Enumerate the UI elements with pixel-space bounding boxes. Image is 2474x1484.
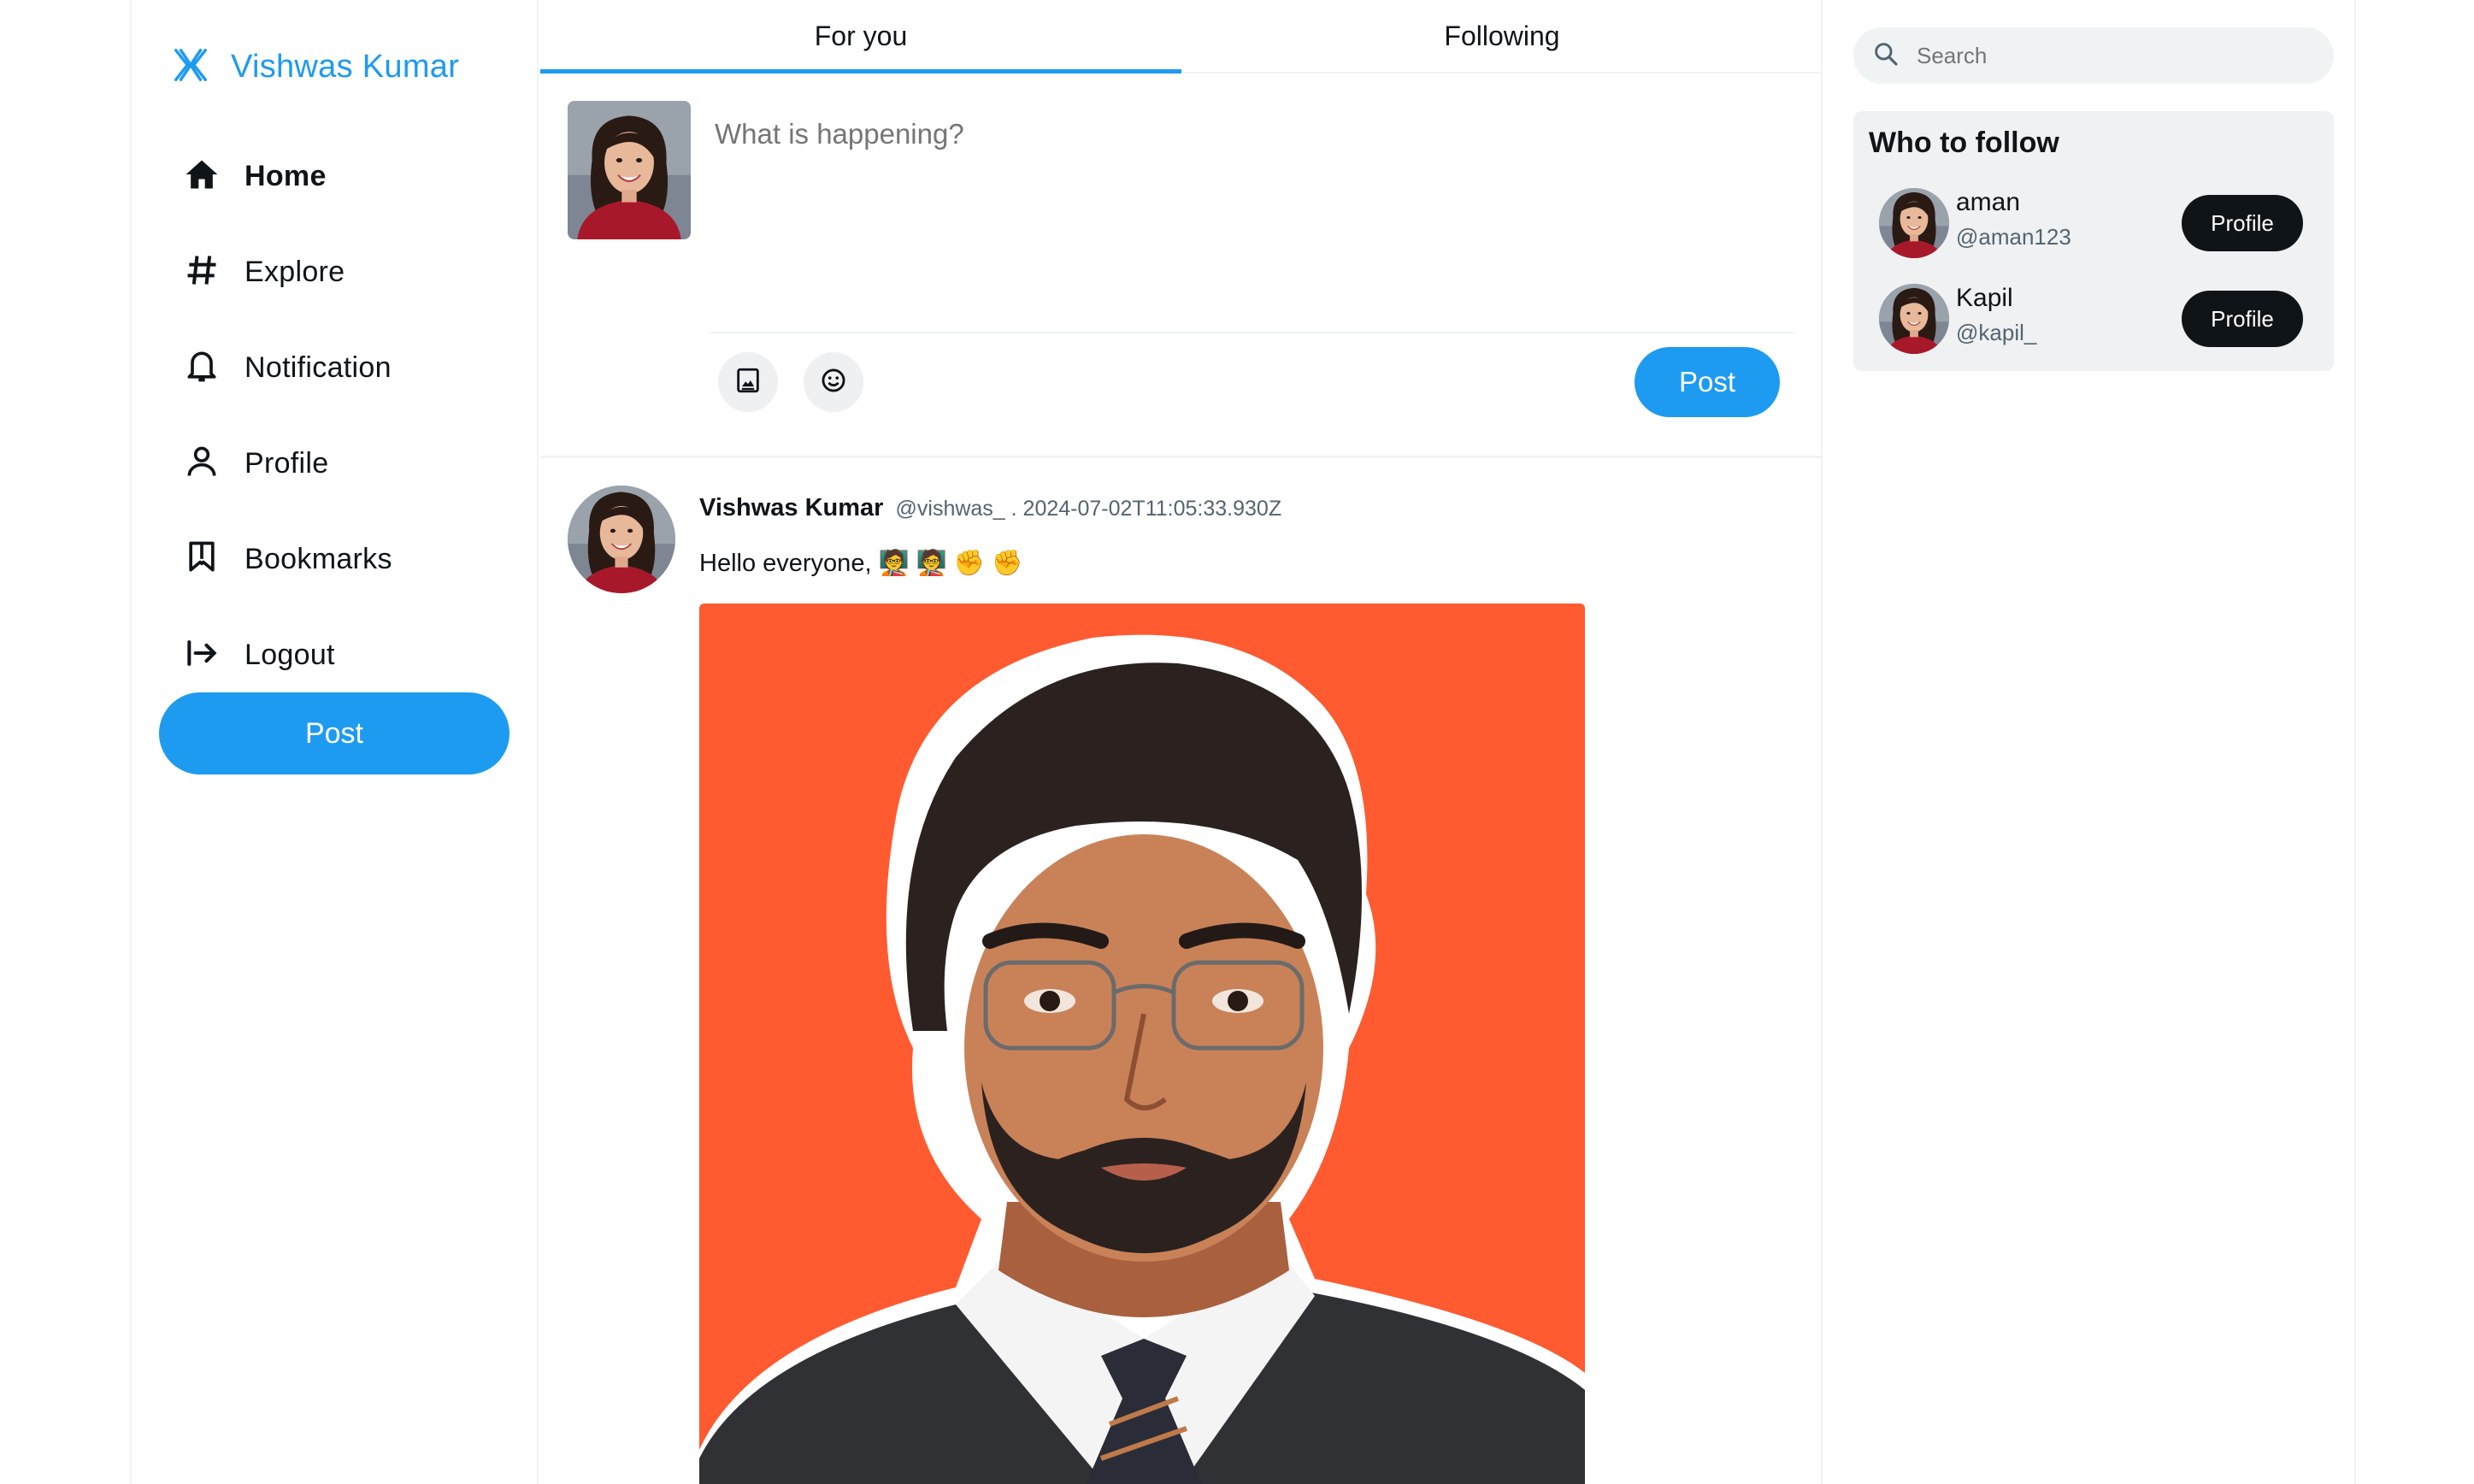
who-to-follow-title: Who to follow <box>1869 127 2059 159</box>
tweet-handle-timestamp: @vishwas_ . 2024-07-02T11:05:33.930Z <box>895 497 1282 521</box>
follow-suggestion: aman @aman123 Profile <box>1879 181 2324 263</box>
profile-button[interactable]: Profile <box>2182 195 2303 251</box>
x-logo-icon <box>171 45 210 89</box>
nav-item-logout[interactable]: Logout <box>183 607 392 703</box>
emoji-icon <box>819 366 848 399</box>
follow-handle: @kapil_ <box>1956 320 2037 345</box>
follow-name: Kapil <box>1956 284 2013 312</box>
nav-item-home[interactable]: Home <box>183 128 392 224</box>
man-portrait-illustration <box>699 604 1585 1484</box>
nav-label-bookmarks: Bookmarks <box>244 542 392 575</box>
composer-input[interactable] <box>715 118 1741 150</box>
primary-nav: Home Explore Notification Profile Bookma… <box>183 128 392 703</box>
follow-suggestion: Kapil @kapil_ Profile <box>1879 277 2324 359</box>
add-image-button[interactable] <box>718 352 778 412</box>
profile-button[interactable]: Profile <box>2182 291 2303 347</box>
app-frame: Vishwas Kumar Home Explore Notification <box>130 0 2356 1484</box>
tweet-avatar[interactable] <box>568 486 675 593</box>
nav-label-logout: Logout <box>244 638 335 671</box>
composer-post-button[interactable]: Post <box>1635 347 1780 417</box>
nav-label-home: Home <box>244 159 327 192</box>
left-sidebar: Vishwas Kumar Home Explore Notification <box>132 0 539 1484</box>
home-icon <box>183 156 221 197</box>
feed-tabs: For you Following <box>540 0 1823 74</box>
composer-avatar <box>568 101 691 239</box>
post-composer: Post <box>540 75 1823 458</box>
search-icon <box>1872 40 1900 72</box>
bell-icon <box>183 347 221 389</box>
search-input[interactable] <box>1917 42 2293 69</box>
tab-following[interactable]: Following <box>1181 0 1823 72</box>
add-emoji-button[interactable] <box>804 352 863 412</box>
follow-handle: @aman123 <box>1956 224 2071 250</box>
avatar[interactable] <box>1879 188 1949 258</box>
nav-label-explore: Explore <box>244 255 345 288</box>
who-to-follow-panel: Who to follow aman @aman123 Profile Kapi… <box>1853 111 2334 371</box>
brand[interactable]: Vishwas Kumar <box>171 43 459 91</box>
nav-item-profile[interactable]: Profile <box>183 415 392 511</box>
user-icon <box>183 443 221 485</box>
tweet-header: Vishwas Kumar @vishwas_ . 2024-07-02T11:… <box>699 494 1281 522</box>
avatar[interactable] <box>1879 284 1949 354</box>
brand-name: Vishwas Kumar <box>231 48 460 85</box>
right-sidebar: Who to follow aman @aman123 Profile Kapi… <box>1824 0 2356 1484</box>
tab-for-you[interactable]: For you <box>540 0 1181 74</box>
image-icon <box>733 366 763 399</box>
tweet: Vishwas Kumar @vishwas_ . 2024-07-02T11:… <box>540 460 1823 1484</box>
tweet-image[interactable] <box>699 604 1585 1484</box>
follow-name: aman <box>1956 188 2021 216</box>
main-feed: For you Following Post <box>540 0 1823 1484</box>
tweet-author-name[interactable]: Vishwas Kumar <box>699 494 883 521</box>
tweet-text: Hello everyone, 🧑‍🏫 🧑‍🏫 ✊ ✊ <box>699 550 1023 577</box>
nav-label-profile: Profile <box>244 446 329 480</box>
nav-item-bookmarks[interactable]: Bookmarks <box>183 511 392 607</box>
search-box[interactable] <box>1853 27 2334 84</box>
nav-item-explore[interactable]: Explore <box>183 224 392 320</box>
bookmark-icon <box>183 539 221 580</box>
logout-icon <box>183 634 221 676</box>
composer-divider <box>708 332 1795 333</box>
hashtag-icon <box>183 251 221 293</box>
nav-item-notification[interactable]: Notification <box>183 320 392 415</box>
sidebar-post-button[interactable]: Post <box>159 692 510 774</box>
nav-label-notification: Notification <box>244 350 392 384</box>
